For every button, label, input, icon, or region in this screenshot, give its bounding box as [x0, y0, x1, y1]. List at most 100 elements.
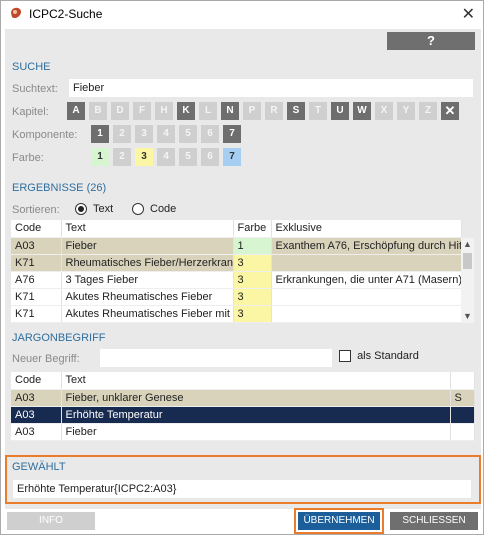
komponente-tile-3[interactable]: 3 [135, 125, 153, 143]
info-button[interactable]: INFO [7, 512, 95, 530]
jargon-code: A03 [11, 389, 62, 407]
kapitel-tile-h[interactable]: H [155, 102, 173, 120]
farbe-tile-3[interactable]: 3 [135, 148, 153, 166]
search-input[interactable]: Fieber [69, 79, 473, 97]
result-code: K71 [11, 305, 62, 323]
as-standard-checkbox[interactable] [339, 350, 351, 363]
results-header-text: Text [61, 220, 234, 238]
farbe-tile-4[interactable]: 4 [157, 148, 175, 166]
farbe-tile-5[interactable]: 5 [179, 148, 197, 166]
kapitel-tile-t[interactable]: T [309, 102, 327, 120]
kapitel-tile-x[interactable]: X [375, 102, 393, 120]
kapitel-tile-k[interactable]: K [177, 102, 195, 120]
table-row[interactable]: A03 Erhöhte Temperatur [11, 406, 475, 424]
komponente-tile-6[interactable]: 6 [201, 125, 219, 143]
close-icon[interactable]: ✕ [462, 4, 475, 24]
table-row[interactable]: A03 Fieber 1 Exanthem A76, Erschöpfung durc… [11, 237, 462, 255]
scroll-up-icon[interactable]: ▲ [461, 238, 474, 251]
new-term-input[interactable] [100, 349, 332, 367]
sort-code-option[interactable]: Code [132, 203, 176, 215]
result-farbe: 3 [233, 254, 272, 272]
result-text: 3 Tages Fieber [61, 271, 234, 289]
results-header-exklusive: Exklusive [271, 220, 462, 238]
new-term-label: Neuer Begriff: [12, 353, 80, 365]
scroll-down-icon[interactable]: ▼ [461, 310, 474, 323]
window-title: ICPC2-Suche [29, 7, 103, 21]
jargon-standard-flag: S [450, 389, 475, 407]
jargon-header-code: Code [11, 372, 62, 390]
jargon-header-flag [450, 372, 475, 390]
help-button[interactable]: ? [387, 32, 475, 50]
farbe-tile-6[interactable]: 6 [201, 148, 219, 166]
as-standard-label: als Standard [357, 350, 419, 362]
result-exklusive: Erkrankungen, die unter A71 (Masern), A7… [271, 271, 462, 289]
clear-kapitel-icon[interactable]: ✕ [441, 102, 459, 120]
result-code: K71 [11, 254, 62, 272]
kapitel-tile-f[interactable]: F [133, 102, 151, 120]
kapitel-tile-d[interactable]: D [111, 102, 129, 120]
komponente-filter: 1234567 [91, 125, 241, 143]
komponente-tile-7[interactable]: 7 [223, 125, 241, 143]
result-text: Akutes Rheumatisches Fieber mit Herzbete… [61, 305, 234, 323]
kapitel-tile-y[interactable]: Y [397, 102, 415, 120]
table-row[interactable]: A03 Fieber [11, 423, 475, 441]
farbe-tile-7[interactable]: 7 [223, 148, 241, 166]
table-row[interactable]: A76 3 Tages Fieber 3 Erkrankungen, die unte… [11, 271, 462, 289]
table-row[interactable]: K71 Akutes Rheumatisches Fieber 3 [11, 288, 462, 306]
suchtext-label: Suchtext: [12, 83, 58, 95]
accept-button[interactable]: ÜBERNEHMEN [298, 512, 380, 530]
jargon-table: Code Text A03 Fieber, unklarer Genese S A03 E… [11, 372, 475, 441]
jargon-standard-flag [450, 423, 475, 441]
result-code: K71 [11, 288, 62, 306]
kapitel-tile-s[interactable]: S [287, 102, 305, 120]
farbe-filter: 1234567 [91, 148, 241, 166]
kapitel-tile-p[interactable]: P [243, 102, 261, 120]
sort-code-radio[interactable] [132, 203, 144, 215]
table-row[interactable]: K71Akutes Rheumatisches Fieber mit Herzb… [11, 305, 462, 323]
jargon-text: Fieber, unklarer Genese [61, 389, 451, 407]
kapitel-tile-u[interactable]: U [331, 102, 349, 120]
komponente-tile-1[interactable]: 1 [91, 125, 109, 143]
search-section-title: SUCHE [12, 61, 51, 73]
kapitel-tile-b[interactable]: B [89, 102, 107, 120]
close-button[interactable]: SCHLIESSEN [390, 512, 478, 530]
kapitel-tile-n[interactable]: N [221, 102, 239, 120]
results-header-code: Code [11, 220, 62, 238]
result-farbe: 3 [233, 305, 272, 323]
farbe-tile-1[interactable]: 1 [91, 148, 109, 166]
scroll-thumb[interactable] [463, 253, 472, 269]
results-section-title: ERGEBNISSE (26) [12, 182, 107, 194]
sort-text-radio[interactable] [75, 203, 87, 215]
result-farbe: 1 [233, 237, 272, 255]
table-row[interactable]: K71Rheumatisches Fieber/Herzerkrankung3 [11, 254, 462, 272]
icpc2-search-window: ICPC2-Suche ✕ ? SUCHE Suchtext: Fieber K… [0, 0, 484, 535]
results-scrollbar[interactable]: ▲ ▼ [461, 238, 474, 323]
kapitel-tile-l[interactable]: L [199, 102, 217, 120]
kapitel-tile-z[interactable]: Z [419, 102, 437, 120]
results-table: Code Text Farbe Exklusive A03 Fieber 1 Exanthe… [11, 220, 462, 323]
result-text: Rheumatisches Fieber/Herzerkrankung [61, 254, 234, 272]
result-code: A76 [11, 271, 62, 289]
jargon-code: A03 [11, 423, 62, 441]
dialog-content: ? SUCHE Suchtext: Fieber Kapitel: ABDFHK… [5, 29, 481, 509]
komponente-tile-5[interactable]: 5 [179, 125, 197, 143]
result-farbe: 3 [233, 288, 272, 306]
table-row[interactable]: A03 Fieber, unklarer Genese S [11, 389, 475, 407]
sort-text-option[interactable]: Text [75, 203, 113, 215]
selected-panel: GEWÄHLT Erhöhte Temperatur{ICPC2:A03} [5, 455, 481, 504]
kapitel-tile-w[interactable]: W [353, 102, 371, 120]
result-exklusive [271, 254, 462, 272]
as-standard-option[interactable]: als Standard [339, 350, 419, 363]
komponente-tile-2[interactable]: 2 [113, 125, 131, 143]
komponente-tile-4[interactable]: 4 [157, 125, 175, 143]
sort-label: Sortieren: [12, 204, 60, 216]
farbe-tile-2[interactable]: 2 [113, 148, 131, 166]
kapitel-label: Kapitel: [12, 106, 49, 118]
kapitel-tile-r[interactable]: R [265, 102, 283, 120]
kapitel-tile-a[interactable]: A [67, 102, 85, 120]
title-bar: ICPC2-Suche ✕ [1, 1, 483, 27]
jargon-section-title: JARGONBEGRIFF [12, 332, 106, 344]
selected-value-field[interactable]: Erhöhte Temperatur{ICPC2:A03} [13, 480, 471, 498]
app-logo-icon [11, 7, 22, 19]
result-text: Akutes Rheumatisches Fieber [61, 288, 234, 306]
